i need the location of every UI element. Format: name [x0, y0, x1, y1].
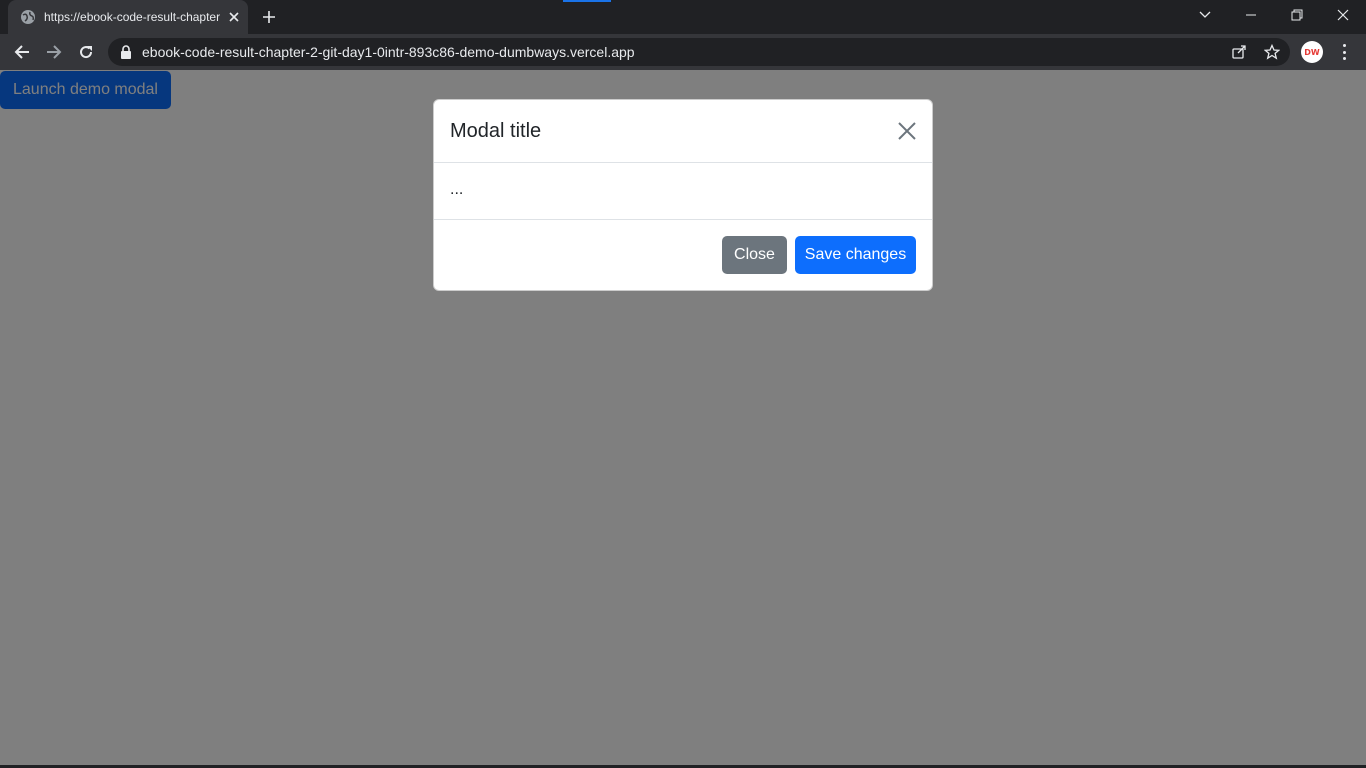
star-icon[interactable]: [1263, 43, 1281, 61]
address-bar[interactable]: ebook-code-result-chapter-2-git-day1-0in…: [108, 38, 1290, 66]
modal-footer: Close Save changes: [434, 220, 932, 290]
modal-body: ...: [434, 163, 932, 220]
tab-strip: https://ebook-code-result-chapter-2-git-…: [0, 0, 1366, 34]
close-button[interactable]: Close: [722, 236, 787, 274]
modal-header: Modal title: [434, 100, 932, 163]
share-icon[interactable]: [1230, 43, 1248, 61]
profile-avatar-text: DW: [1304, 47, 1320, 57]
forward-icon[interactable]: [40, 38, 68, 66]
modal-dialog: Modal title ... Close Save changes: [433, 99, 933, 291]
kebab-menu-icon[interactable]: [1334, 42, 1354, 62]
browser-toolbar: ebook-code-result-chapter-2-git-day1-0in…: [0, 34, 1366, 70]
back-icon[interactable]: [8, 38, 36, 66]
address-bar-url[interactable]: ebook-code-result-chapter-2-git-day1-0in…: [142, 44, 635, 60]
modal-close-icon[interactable]: [896, 120, 918, 142]
tab-search-icon[interactable]: [1182, 0, 1228, 30]
lock-icon[interactable]: [120, 45, 134, 59]
tab-strip-accent: [563, 0, 611, 2]
modal-body-text: ...: [450, 181, 464, 198]
minimize-icon[interactable]: [1228, 0, 1274, 30]
save-changes-button[interactable]: Save changes: [795, 236, 916, 274]
tab-close-icon[interactable]: [226, 9, 242, 25]
browser-tab[interactable]: https://ebook-code-result-chapter-2-git-…: [8, 0, 248, 34]
profile-avatar[interactable]: DW: [1301, 41, 1323, 63]
close-icon[interactable]: [1320, 0, 1366, 30]
restore-icon[interactable]: [1274, 0, 1320, 30]
page-viewport: Launch demo modal Modal title ... Close …: [0, 70, 1366, 768]
reload-icon[interactable]: [72, 38, 100, 66]
globe-icon: [20, 9, 36, 25]
new-tab-icon[interactable]: [258, 6, 280, 28]
tab-title: https://ebook-code-result-chapter-2-git-…: [44, 10, 220, 24]
modal-title: Modal title: [450, 120, 542, 142]
